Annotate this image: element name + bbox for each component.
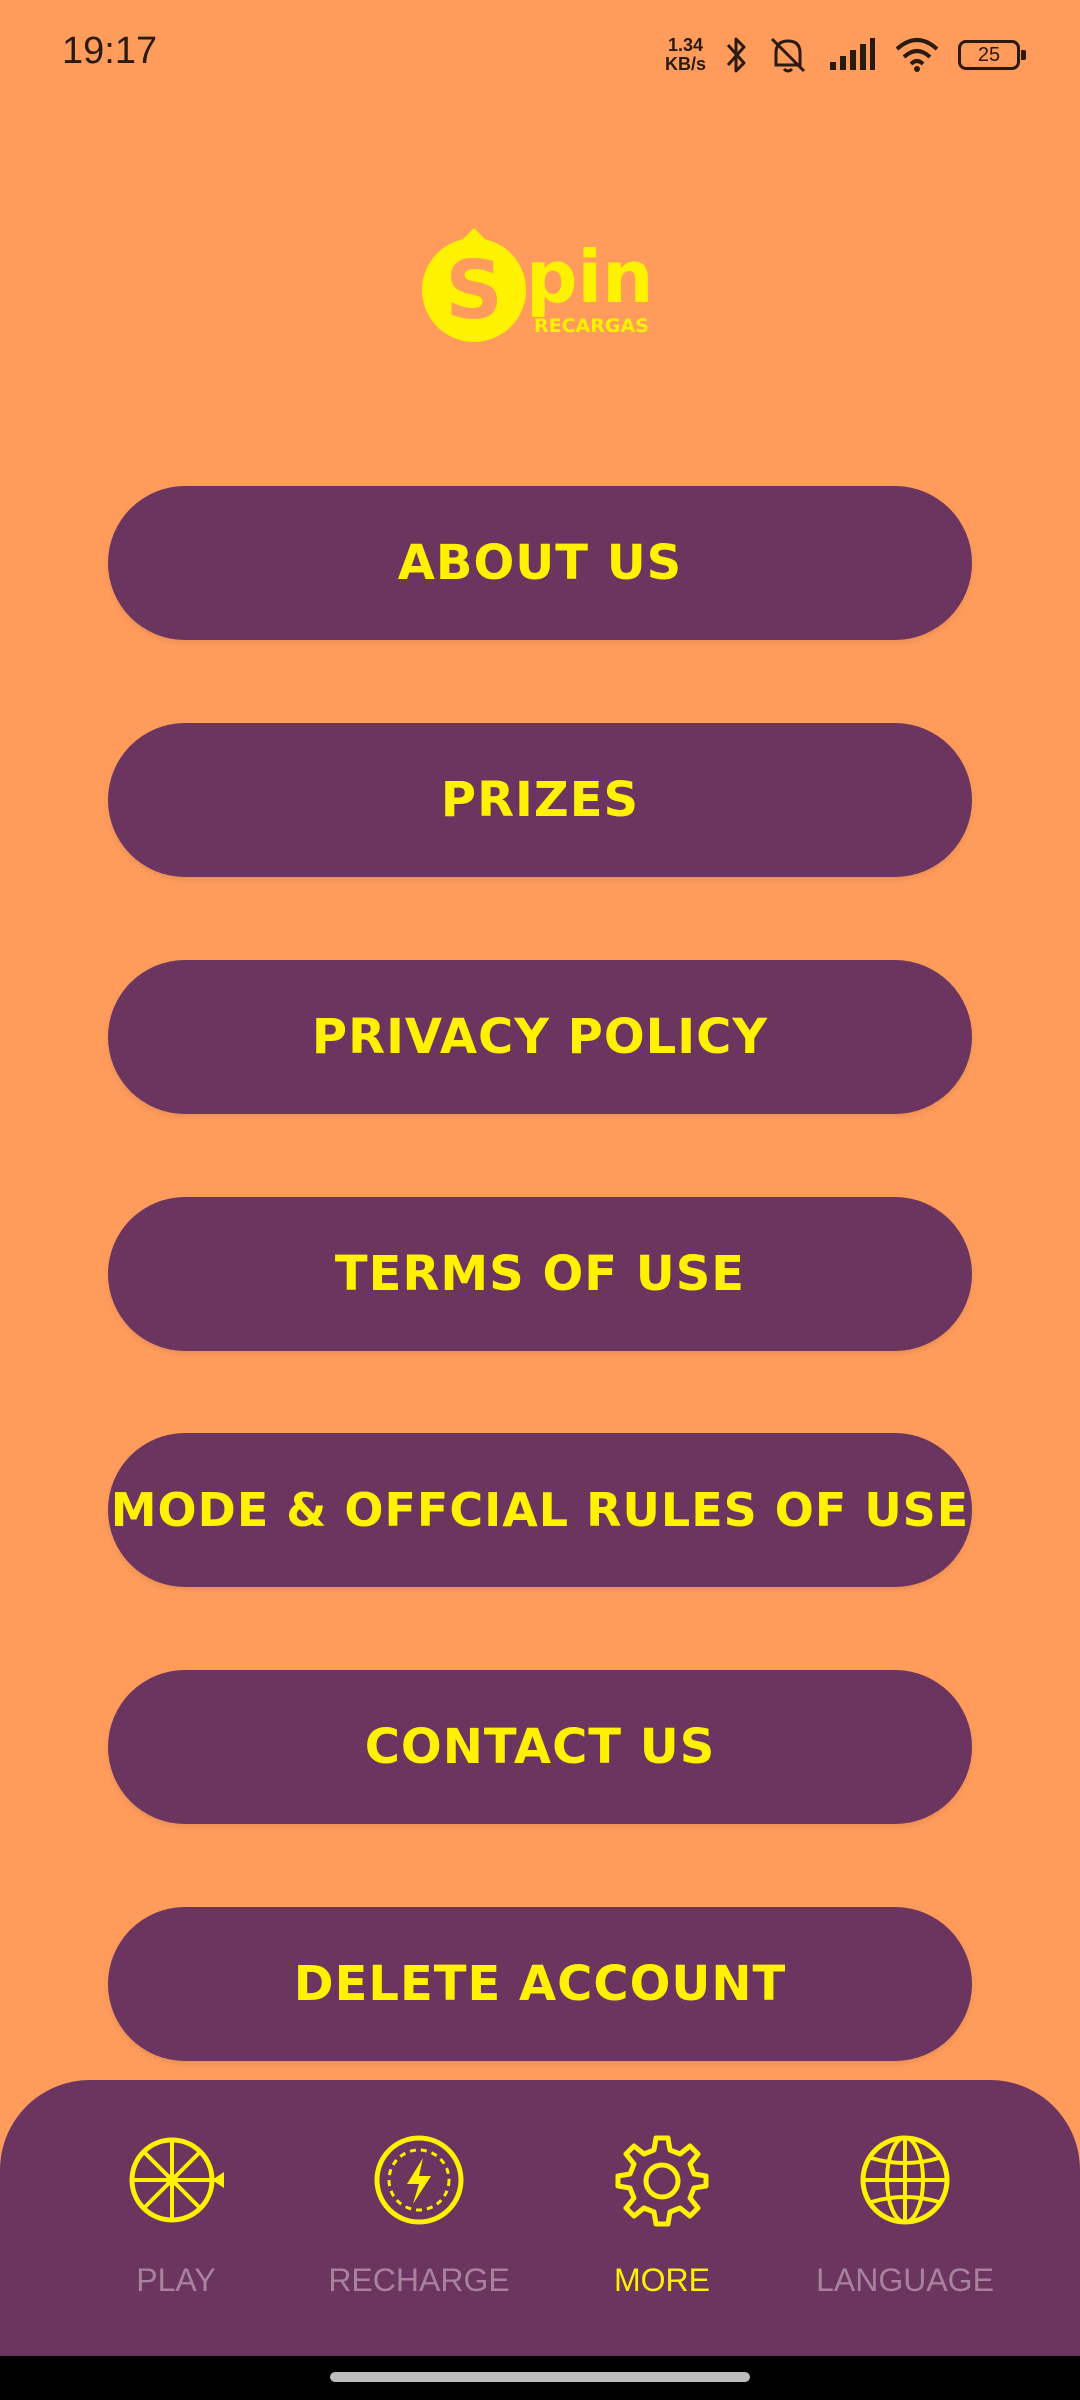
wifi-icon xyxy=(895,38,939,72)
lightning-coin-icon xyxy=(374,2135,464,2225)
privacy-policy-button[interactable]: PRIVACY POLICY xyxy=(108,960,972,1114)
nav-label-language: LANGUAGE xyxy=(816,2262,994,2298)
logo-word: pin! xyxy=(526,235,662,319)
muted-bell-icon xyxy=(770,37,806,73)
logo-subtitle: RECARGAS xyxy=(534,315,649,337)
nav-item-play[interactable]: PLAY xyxy=(56,2130,296,2330)
delete-account-button[interactable]: DELETE ACCOUNT xyxy=(108,1907,972,2061)
network-speed-unit: KB/s xyxy=(664,54,706,74)
prizes-label: PRIZES xyxy=(440,772,640,828)
globe-icon xyxy=(860,2135,950,2225)
gear-icon xyxy=(615,2135,709,2227)
nav-label-play: PLAY xyxy=(136,2262,216,2298)
status-icons: 1.34 KB/s 25 xyxy=(665,30,1026,80)
official-rules-label: MODE & OFFCIAL RULES OF USE xyxy=(110,1483,970,1537)
bottom-navigation: PLAY RECHARGE MORE LANGUAGE xyxy=(0,2080,1080,2356)
status-bar: 19:17 1.34 KB/s 25 xyxy=(0,0,1080,110)
contact-us-label: CONTACT US xyxy=(364,1719,716,1775)
nav-item-more[interactable]: MORE xyxy=(542,2130,782,2330)
system-navigation-bar xyxy=(0,2356,1080,2400)
wheel-icon xyxy=(129,2137,224,2223)
terms-of-use-label: TERMS OF USE xyxy=(334,1246,746,1302)
delete-account-label: DELETE ACCOUNT xyxy=(293,1956,787,2012)
bluetooth-icon xyxy=(726,37,746,73)
logo-letter: S xyxy=(445,244,503,337)
terms-of-use-button[interactable]: TERMS OF USE xyxy=(108,1197,972,1351)
about-us-button[interactable]: ABOUT US xyxy=(108,486,972,640)
nav-label-more: MORE xyxy=(614,2262,710,2298)
battery-indicator: 25 xyxy=(958,40,1026,70)
privacy-policy-label: PRIVACY POLICY xyxy=(311,1009,769,1065)
prizes-button[interactable]: PRIZES xyxy=(108,723,972,877)
about-us-label: ABOUT US xyxy=(397,535,683,591)
network-speed: 1.34 KB/s xyxy=(665,36,706,74)
status-time: 19:17 xyxy=(62,30,158,72)
home-indicator[interactable] xyxy=(330,2372,750,2382)
nav-item-recharge[interactable]: RECHARGE xyxy=(299,2130,539,2330)
spin-recargas-logo: S pin! RECARGAS xyxy=(422,228,662,342)
signal-icon xyxy=(830,38,875,70)
network-speed-value: 1.34 xyxy=(667,35,704,55)
nav-label-recharge: RECHARGE xyxy=(328,2262,510,2298)
nav-item-language[interactable]: LANGUAGE xyxy=(785,2130,1025,2330)
contact-us-button[interactable]: CONTACT US xyxy=(108,1670,972,1824)
official-rules-button[interactable]: MODE & OFFCIAL RULES OF USE xyxy=(108,1433,972,1587)
